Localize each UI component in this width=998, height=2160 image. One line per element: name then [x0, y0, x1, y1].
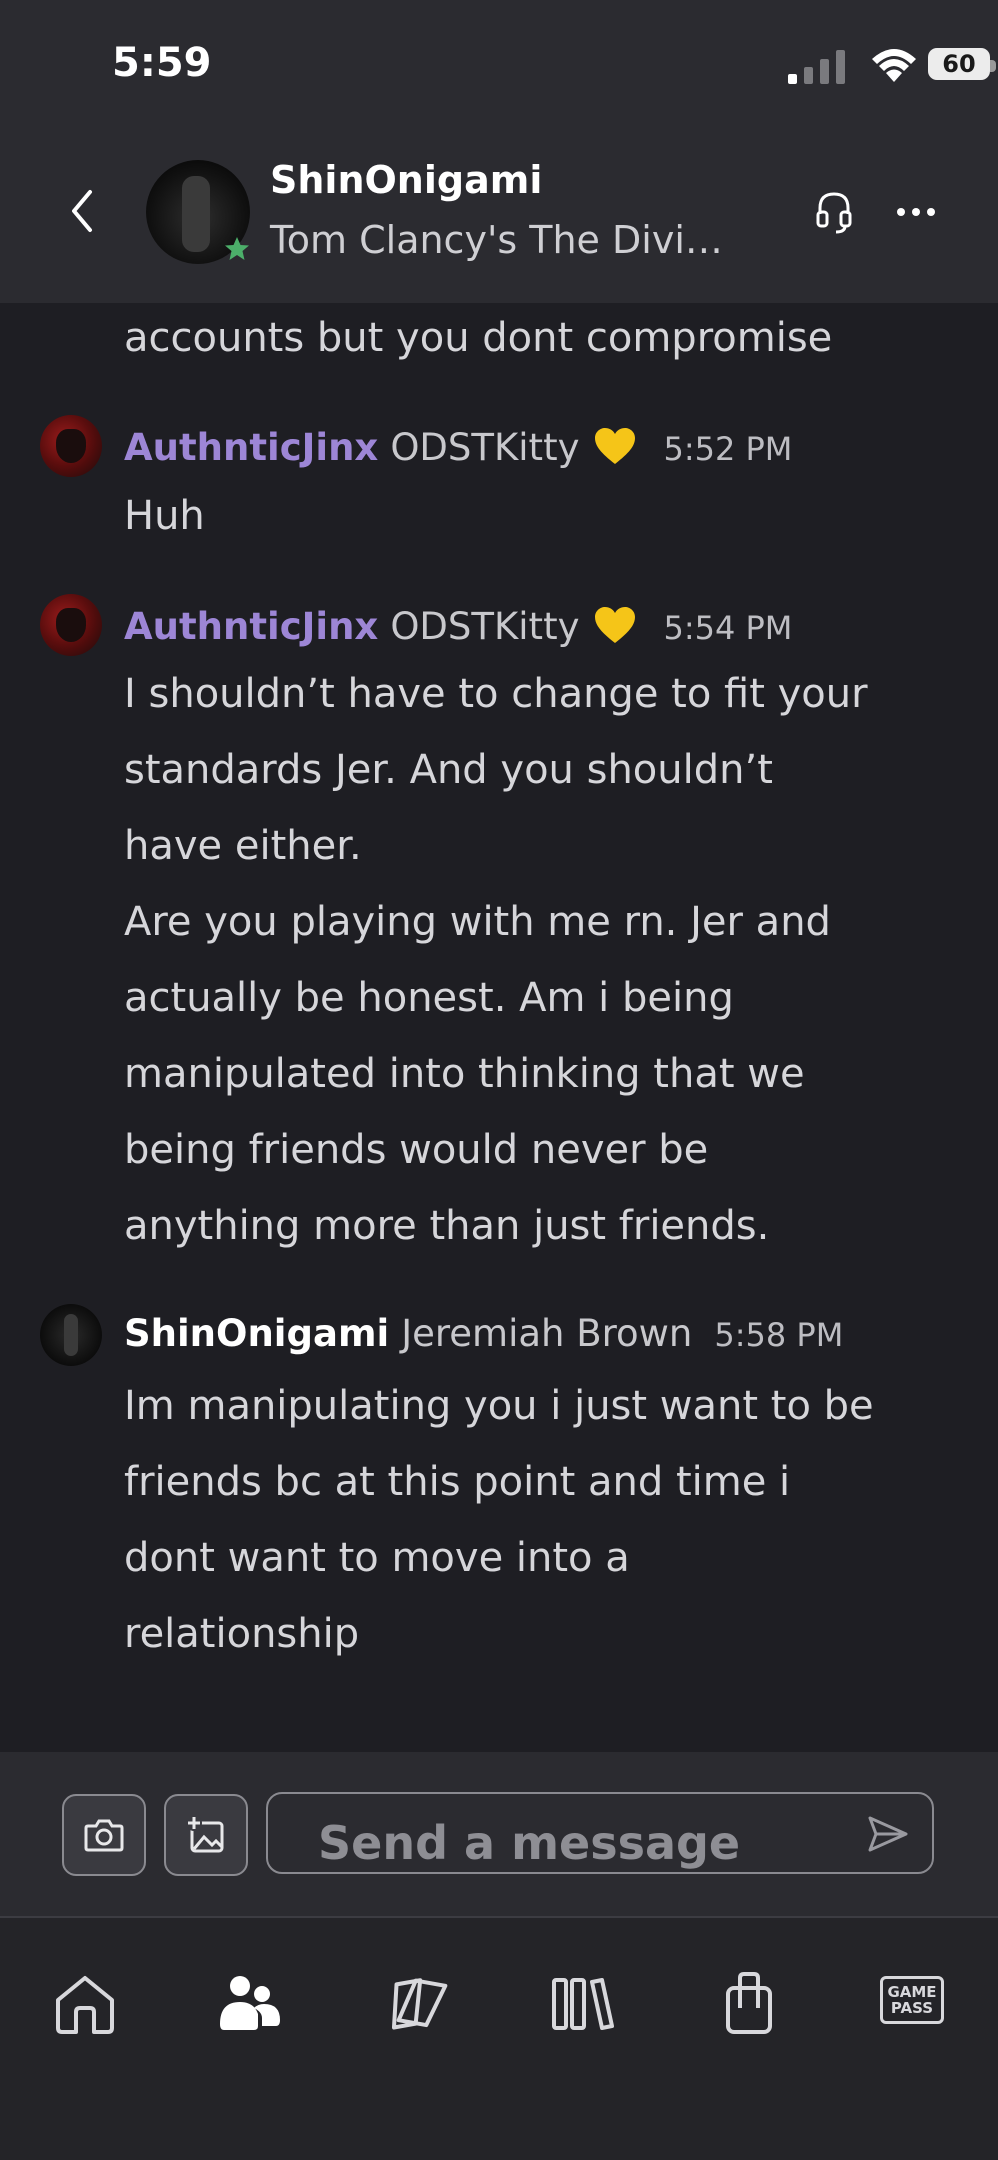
message-header: ShinOnigami Jeremiah Brown 5:58 PM [124, 1312, 843, 1355]
message-body: Im manipulating you i just want to be fr… [124, 1368, 964, 1672]
avatar-figure [64, 1314, 78, 1356]
avatar-figure [56, 608, 86, 642]
message-continuation: accounts but you dont compromise [124, 300, 964, 376]
message-line: dont want to move into a [124, 1535, 630, 1581]
message-line: anything more than just friends. [124, 1203, 770, 1249]
message-header: AuthnticJinx ODSTKitty 5:54 PM [124, 599, 792, 648]
message-input-placeholder: Send a message [318, 1816, 741, 1870]
message-line: manipulated into thinking that we [124, 1051, 805, 1097]
bottom-navigation: GAME PASS [0, 1918, 998, 2160]
message-timestamp: 5:58 PM [714, 1316, 844, 1354]
battery-level: 60 [942, 50, 976, 78]
store-icon[interactable] [714, 1968, 784, 2038]
sender-gamertag[interactable]: AuthnticJinx [124, 605, 378, 648]
sender-realname: ODSTKitty [390, 605, 580, 648]
message-line: Are you playing with me rn. Jer and [124, 899, 831, 945]
sender-avatar[interactable] [40, 1304, 102, 1366]
message-body: I shouldn’t have to change to fit your s… [124, 656, 964, 1264]
message-line: I shouldn’t have to change to fit your [124, 671, 868, 717]
yellow-heart-icon [595, 607, 636, 643]
social-icon[interactable] [382, 1968, 452, 2038]
game-pass-icon[interactable]: GAME PASS [880, 1976, 944, 2024]
camera-icon [84, 1819, 124, 1852]
conversation-status: Tom Clancy's The Divi… [270, 218, 723, 262]
add-image-button[interactable] [164, 1794, 248, 1876]
home-icon[interactable] [50, 1968, 120, 2038]
back-chevron-icon[interactable] [64, 186, 100, 236]
send-icon[interactable] [866, 1814, 910, 1854]
sender-avatar[interactable] [40, 594, 102, 656]
message-line: friends bc at this point and time i [124, 1459, 791, 1505]
add-image-icon [186, 1815, 224, 1853]
camera-button[interactable] [62, 1794, 146, 1876]
cellular-signal-icon [788, 50, 845, 84]
conversation-title[interactable]: ShinOnigami [270, 158, 542, 202]
message-line: have either. [124, 823, 362, 869]
yellow-heart-icon [595, 428, 636, 464]
online-presence-icon [225, 237, 249, 260]
people-icon[interactable] [214, 1968, 284, 2038]
more-options-icon[interactable] [896, 206, 936, 218]
message-line: Huh [124, 493, 205, 539]
message-header: AuthnticJinx ODSTKitty 5:52 PM [124, 420, 792, 469]
sender-realname: ODSTKitty [390, 426, 580, 469]
message-timestamp: 5:52 PM [663, 430, 793, 468]
message-line: being friends would never be [124, 1127, 709, 1173]
sender-gamertag[interactable]: ShinOnigami [124, 1312, 389, 1355]
message-input[interactable]: Send a message [266, 1792, 934, 1874]
battery-tip [990, 60, 996, 72]
status-time: 5:59 [112, 40, 212, 86]
sender-avatar[interactable] [40, 415, 102, 477]
battery-indicator: 60 [928, 48, 996, 80]
avatar-figure [182, 176, 210, 252]
sender-gamertag[interactable]: AuthnticJinx [124, 426, 378, 469]
game-pass-label-top: GAME [887, 1983, 937, 2001]
wifi-icon [872, 49, 916, 82]
top-bar: 5:59 60 ShinOnigami Tom Clancy's The Div… [0, 0, 998, 303]
message-timestamp: 5:54 PM [663, 609, 793, 647]
library-icon[interactable] [548, 1968, 618, 2038]
headset-icon[interactable] [814, 188, 854, 236]
sender-realname: Jeremiah Brown [401, 1312, 693, 1355]
message-line: Im manipulating you i just want to be [124, 1383, 874, 1429]
message-body: Huh [124, 478, 964, 554]
game-pass-label-bottom: PASS [890, 1999, 934, 2017]
message-line: actually be honest. Am i being [124, 975, 734, 1021]
avatar-figure [56, 429, 86, 463]
message-composer: Send a message [0, 1752, 998, 1916]
message-line: accounts but you dont compromise [124, 315, 833, 361]
message-line: standards Jer. And you shouldn’t [124, 747, 773, 793]
message-line: relationship [124, 1611, 360, 1657]
